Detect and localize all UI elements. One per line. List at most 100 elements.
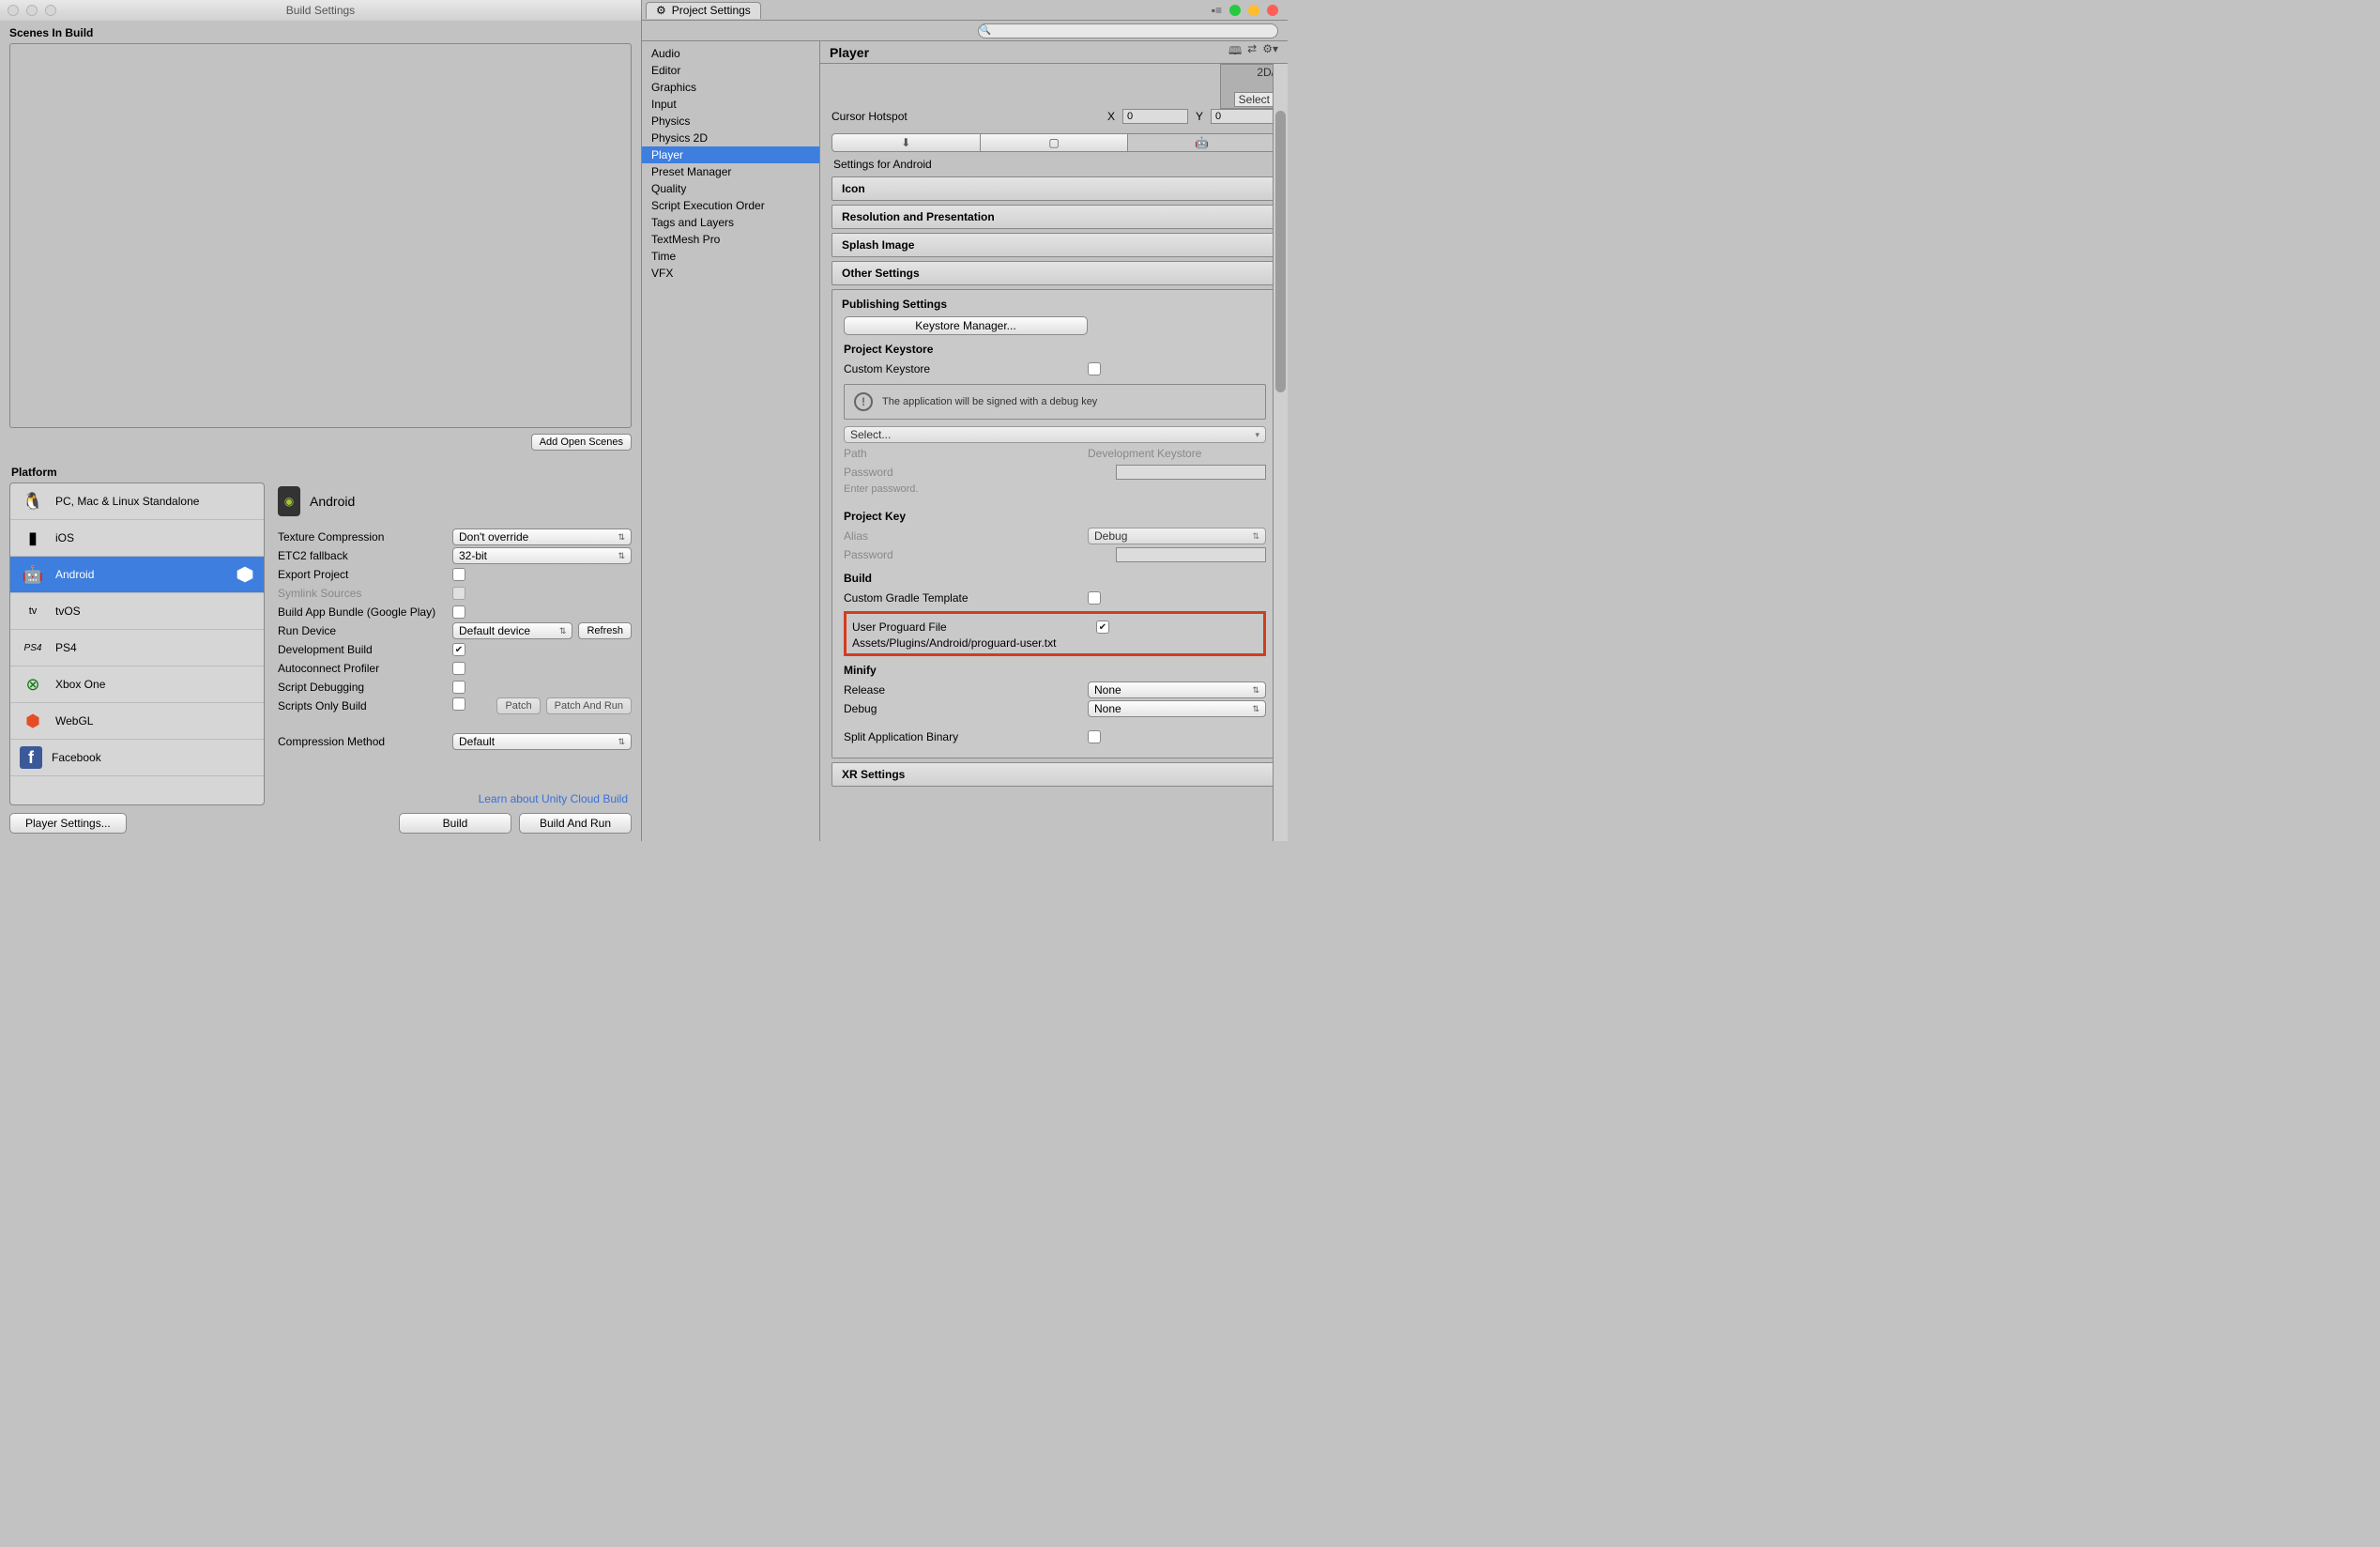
- tab-ios[interactable]: ▢: [981, 134, 1129, 151]
- icon-select-button[interactable]: Select: [1234, 92, 1274, 107]
- export-project-label: Export Project: [278, 568, 452, 581]
- scripts-only-build-checkbox[interactable]: [452, 697, 465, 711]
- symlink-sources-label: Symlink Sources: [278, 587, 452, 600]
- ps4-icon: PS4: [20, 635, 46, 661]
- section-icon[interactable]: Icon: [831, 176, 1276, 201]
- script-debugging-label: Script Debugging: [278, 681, 452, 694]
- keystore-path-label: Path: [844, 447, 1088, 460]
- scenes-list[interactable]: [9, 43, 632, 428]
- default-icon-preview[interactable]: 2D/ Select: [1220, 64, 1276, 109]
- section-resolution[interactable]: Resolution and Presentation: [831, 205, 1276, 229]
- run-device-label: Run Device: [278, 624, 452, 637]
- gear-icon: ⚙: [656, 4, 666, 17]
- tab-android[interactable]: 🤖: [1128, 134, 1275, 151]
- publishing-header[interactable]: Publishing Settings: [842, 298, 1266, 316]
- platform-item-ios[interactable]: ▮ iOS: [10, 520, 264, 557]
- window-menu-icon[interactable]: ▪≡: [1212, 4, 1222, 17]
- cloud-build-link[interactable]: Learn about Unity Cloud Build: [278, 783, 632, 805]
- build-app-bundle-checkbox[interactable]: [452, 605, 465, 619]
- platform-item-standalone[interactable]: 🐧 PC, Mac & Linux Standalone: [10, 483, 264, 520]
- android-icon: 🤖: [20, 561, 46, 588]
- cat-textmesh-pro[interactable]: TextMesh Pro: [642, 231, 819, 248]
- help-icon[interactable]: 🕮: [1228, 42, 1242, 62]
- gear-icon[interactable]: ⚙▾: [1262, 42, 1278, 62]
- cat-graphics[interactable]: Graphics: [642, 79, 819, 96]
- alias-select[interactable]: Debug⇅: [1088, 528, 1266, 544]
- minify-release-select[interactable]: None⇅: [1088, 682, 1266, 698]
- cat-time[interactable]: Time: [642, 248, 819, 265]
- platform-item-android[interactable]: 🤖 Android: [10, 557, 264, 593]
- cat-editor[interactable]: Editor: [642, 62, 819, 79]
- key-password-input[interactable]: [1116, 547, 1266, 562]
- patch-and-run-button[interactable]: Patch And Run: [546, 697, 632, 714]
- cat-input[interactable]: Input: [642, 96, 819, 113]
- texture-compression-select[interactable]: Don't override⇅: [452, 528, 632, 545]
- patch-button[interactable]: Patch: [496, 697, 540, 714]
- keystore-password-input[interactable]: [1116, 465, 1266, 480]
- development-build-checkbox[interactable]: ✔: [452, 643, 465, 656]
- ios-icon: ▮: [20, 525, 46, 551]
- phone-icon: ▢: [1048, 136, 1059, 149]
- platform-item-xboxone[interactable]: ⊗ Xbox One: [10, 666, 264, 703]
- tab-standalone[interactable]: ⬇: [832, 134, 981, 151]
- window-controls[interactable]: [1229, 5, 1278, 16]
- unity-icon: [236, 565, 254, 584]
- autoconnect-profiler-checkbox[interactable]: [452, 662, 465, 675]
- export-project-checkbox[interactable]: [452, 568, 465, 581]
- section-other[interactable]: Other Settings: [831, 261, 1276, 285]
- build-and-run-button[interactable]: Build And Run: [519, 813, 632, 834]
- cat-physics-2d[interactable]: Physics 2D: [642, 130, 819, 146]
- development-build-label: Development Build: [278, 643, 452, 656]
- project-settings-tab[interactable]: ⚙ Project Settings: [646, 2, 761, 19]
- run-device-select[interactable]: Default device⇅: [452, 622, 572, 639]
- autoconnect-profiler-label: Autoconnect Profiler: [278, 662, 452, 675]
- cat-tags-and-layers[interactable]: Tags and Layers: [642, 214, 819, 231]
- section-splash[interactable]: Splash Image: [831, 233, 1276, 257]
- custom-keystore-label: Custom Keystore: [844, 362, 1088, 375]
- compression-method-select[interactable]: Default⇅: [452, 733, 632, 750]
- user-proguard-checkbox[interactable]: ✔: [1096, 620, 1109, 634]
- custom-gradle-label: Custom Gradle Template: [844, 591, 1088, 605]
- cat-script-execution-order[interactable]: Script Execution Order: [642, 197, 819, 214]
- add-open-scenes-button[interactable]: Add Open Scenes: [531, 434, 632, 451]
- search-input[interactable]: [978, 23, 1278, 38]
- keystore-manager-button[interactable]: Keystore Manager...: [844, 316, 1088, 335]
- android-large-icon: ◉: [278, 486, 300, 516]
- minify-release-label: Release: [844, 683, 1088, 697]
- etc2-fallback-select[interactable]: 32-bit⇅: [452, 547, 632, 564]
- split-binary-checkbox[interactable]: [1088, 730, 1101, 743]
- minify-debug-select[interactable]: None⇅: [1088, 700, 1266, 717]
- scenes-in-build-label: Scenes In Build: [0, 21, 641, 43]
- build-settings-window: Build Settings Scenes In Build Add Open …: [0, 0, 642, 841]
- vertical-scrollbar[interactable]: [1273, 64, 1288, 841]
- build-button[interactable]: Build: [399, 813, 511, 834]
- platform-heading: Platform: [0, 462, 641, 482]
- script-debugging-checkbox[interactable]: [452, 681, 465, 694]
- player-settings-button[interactable]: Player Settings...: [9, 813, 127, 834]
- refresh-button[interactable]: Refresh: [578, 622, 632, 639]
- cat-preset-manager[interactable]: Preset Manager: [642, 163, 819, 180]
- keystore-select[interactable]: Select...▾: [844, 426, 1266, 443]
- cat-audio[interactable]: Audio: [642, 45, 819, 62]
- platform-item-facebook[interactable]: f Facebook: [10, 740, 264, 776]
- section-xr[interactable]: XR Settings: [831, 762, 1276, 787]
- custom-gradle-checkbox[interactable]: [1088, 591, 1101, 605]
- preset-icon[interactable]: ⇄: [1247, 42, 1257, 62]
- download-icon: ⬇: [901, 136, 910, 149]
- scrollbar-thumb[interactable]: [1275, 111, 1286, 392]
- platform-item-ps4[interactable]: PS4 PS4: [10, 630, 264, 666]
- cat-player[interactable]: Player: [642, 146, 819, 163]
- platform-item-webgl[interactable]: ⬢ WebGL: [10, 703, 264, 740]
- build-heading: Build: [844, 564, 1266, 589]
- platform-tabs: ⬇ ▢ 🤖: [831, 133, 1276, 152]
- minify-heading: Minify: [844, 662, 1266, 681]
- alias-label: Alias: [844, 529, 1088, 543]
- cursor-x-input[interactable]: [1122, 109, 1188, 124]
- cursor-y-input[interactable]: [1211, 109, 1276, 124]
- user-proguard-label: User Proguard File: [852, 620, 1096, 634]
- cat-physics[interactable]: Physics: [642, 113, 819, 130]
- custom-keystore-checkbox[interactable]: [1088, 362, 1101, 375]
- cat-vfx[interactable]: VFX: [642, 265, 819, 282]
- cat-quality[interactable]: Quality: [642, 180, 819, 197]
- platform-item-tvos[interactable]: tv tvOS: [10, 593, 264, 630]
